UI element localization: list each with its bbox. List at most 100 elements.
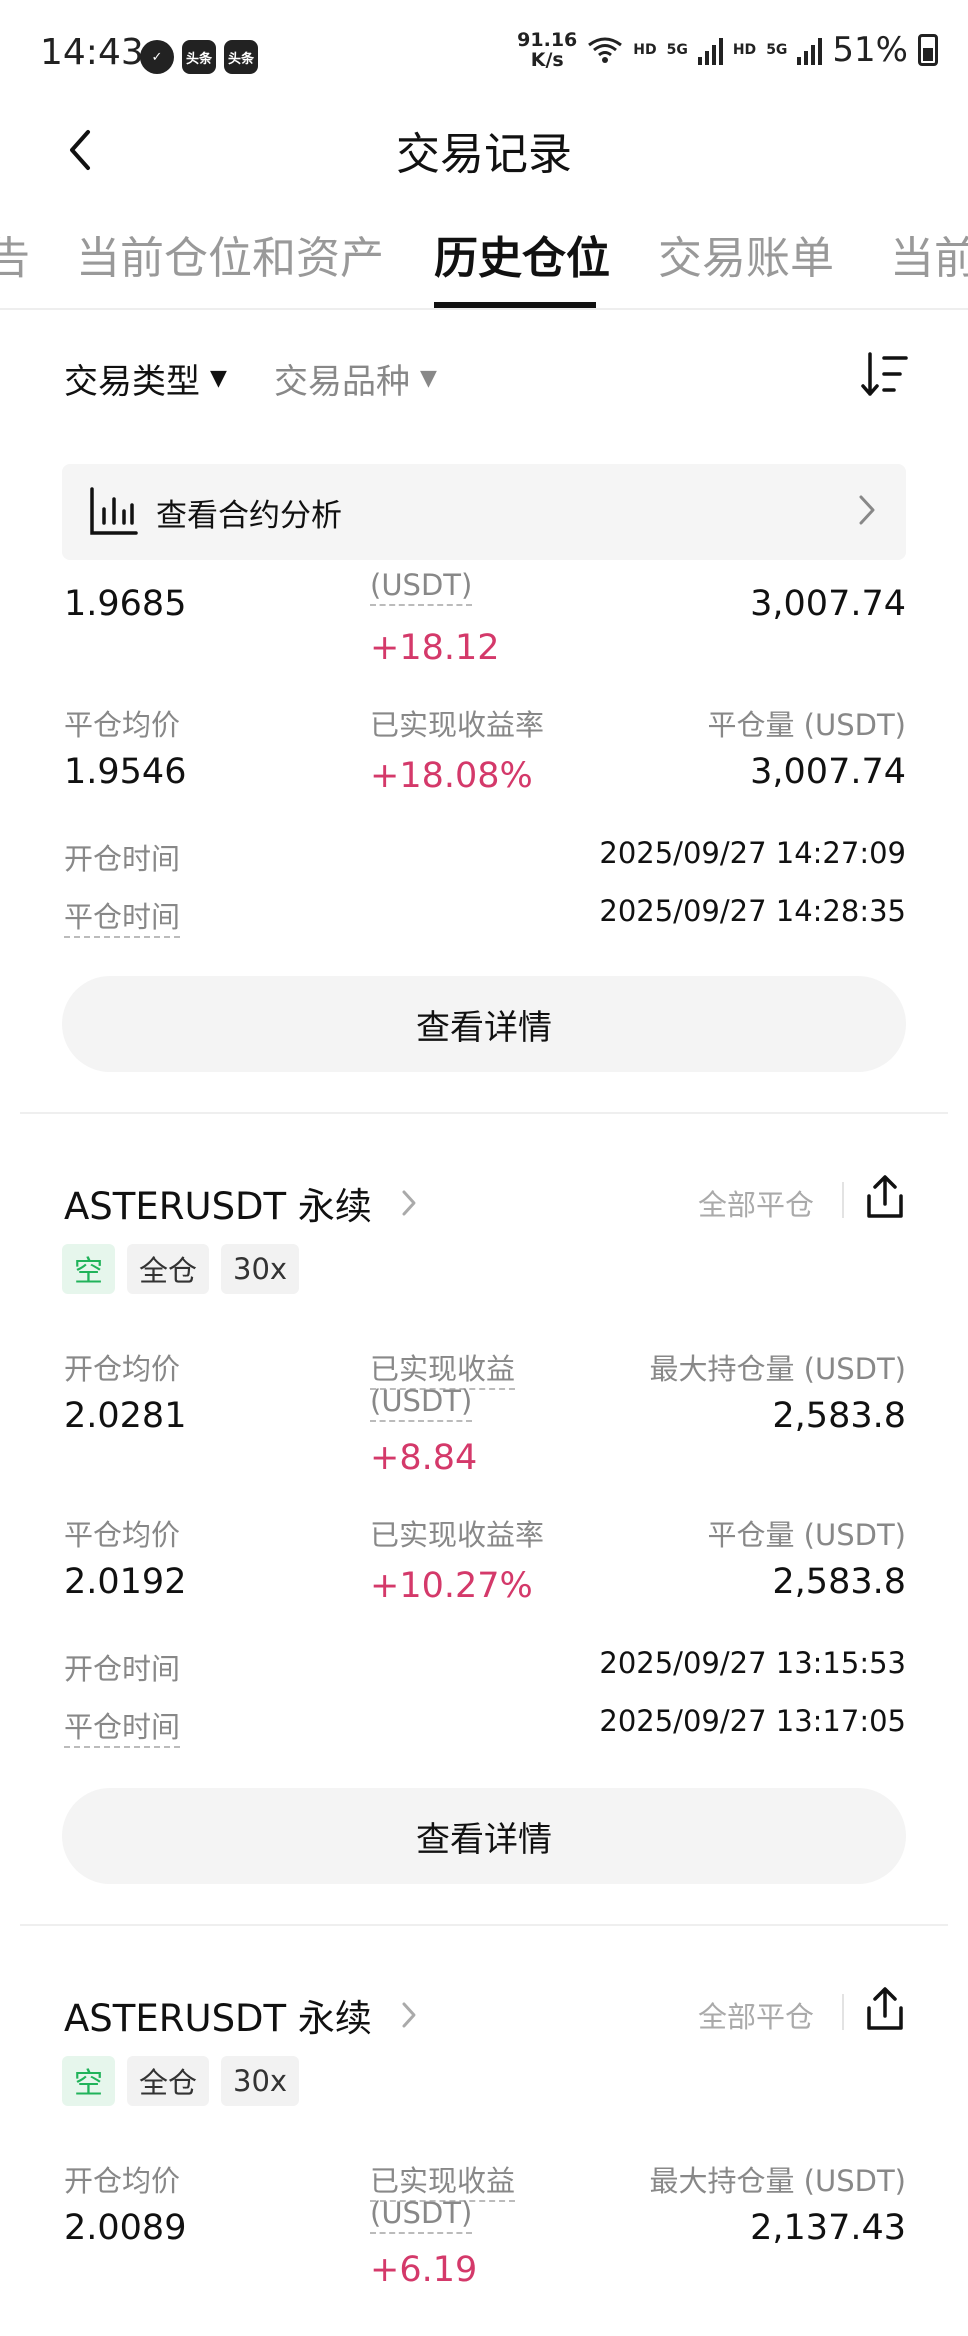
status-bar: 14:43 ✓ 头条 头条 91.16 K/s HD 5G HD 5G 51% [0, 0, 968, 110]
realized-pnl-value: +8.84 [370, 1438, 478, 1478]
battery-icon [918, 34, 938, 66]
margin-mode-tag: 全仓 [127, 1244, 210, 1294]
max-position-label: 最大持仓量 (USDT) [649, 1352, 906, 1386]
realized-pnl-unit-label: (USDT) [370, 1384, 473, 1422]
contract-analysis-label: 查看合约分析 [156, 497, 342, 534]
open-avg-value: 2.0281 [64, 1396, 187, 1436]
close-amount-label: 平仓量 (USDT) [707, 1518, 906, 1552]
margin-mode-tag: 全仓 [127, 2056, 210, 2106]
realized-pnl-unit-label: (USDT) [370, 2196, 473, 2234]
close-avg-value: 2.0192 [64, 1562, 187, 1602]
close-all-button[interactable]: 全部平仓 [698, 1182, 814, 1224]
hd-label: HD [732, 42, 757, 58]
network-type-label: 5G [766, 42, 788, 58]
wifi-icon [588, 37, 623, 63]
open-avg-label: 开仓均价 [64, 1352, 181, 1386]
network-speed-value: 91.16 [517, 29, 578, 51]
hd-label: HD [633, 42, 657, 58]
check-app-icon: ✓ [140, 40, 174, 74]
close-time-value: 2025/09/27 14:28:35 [599, 894, 906, 928]
active-tab-indicator [434, 302, 596, 308]
symbol-name: ASTERUSDT 永续 [64, 1185, 372, 1228]
network-speed-unit: K/s [530, 49, 564, 71]
tab-bar: 告 当前仓位和资产 历史仓位 交易账单 当前 [0, 210, 968, 310]
sort-icon[interactable] [860, 350, 910, 400]
instrument-filter[interactable]: 交易品种 ▼ [274, 354, 437, 403]
trade-type-label: 交易类型 [64, 362, 200, 402]
open-time-label: 开仓时间 [64, 1652, 181, 1686]
open-time-value: 2025/09/27 14:27:09 [599, 836, 906, 870]
symbol-link[interactable]: ASTERUSDT 永续 [64, 1988, 418, 2042]
caret-down-icon: ▼ [420, 366, 437, 391]
pnl-rate-value: +10.27% [370, 1566, 533, 1606]
trade-type-filter[interactable]: 交易类型 ▼ [64, 354, 227, 403]
symbol-name: ASTERUSDT 永续 [64, 1997, 372, 2040]
share-icon[interactable] [864, 1986, 906, 2032]
side-short-tag: 空 [62, 1244, 116, 1294]
tab-history-positions[interactable]: 历史仓位 [434, 222, 610, 286]
nav-bar: 交易记录 [0, 110, 968, 210]
max-position-value: 2,583.8 [772, 1396, 906, 1436]
view-details-button[interactable]: 查看详情 [62, 976, 906, 1072]
battery-percent: 51% [832, 30, 908, 70]
pnl-rate-label: 已实现收益率 [370, 708, 545, 742]
signal-icon [697, 35, 723, 65]
max-position-value: 3,007.74 [750, 584, 906, 624]
realized-pnl-value: +18.12 [370, 628, 500, 668]
tab-trade-bills[interactable]: 交易账单 [658, 222, 834, 286]
card-divider [20, 1112, 948, 1114]
header-divider [842, 1994, 844, 2030]
max-position-value: 2,137.43 [750, 2208, 906, 2248]
realized-pnl-value: +6.19 [370, 2250, 478, 2290]
close-avg-label: 平仓均价 [64, 1518, 181, 1552]
page-title: 交易记录 [396, 129, 572, 180]
card-divider [20, 1924, 948, 1926]
close-time-value: 2025/09/27 13:17:05 [599, 1704, 906, 1738]
tab-partial-left[interactable]: 告 [0, 222, 30, 286]
toutiao-app-icon: 头条 [224, 40, 258, 74]
realized-pnl-unit-label: (USDT) [370, 568, 473, 606]
header-divider [842, 1182, 844, 1218]
notification-icons: ✓ 头条 头条 [140, 40, 258, 74]
open-avg-value: 2.0089 [64, 2208, 187, 2248]
caret-down-icon: ▼ [210, 366, 227, 391]
leverage-tag: 30x [221, 2056, 300, 2106]
close-avg-label: 平仓均价 [64, 708, 181, 742]
toutiao-app-icon: 头条 [182, 40, 216, 74]
open-time-label: 开仓时间 [64, 842, 181, 876]
close-avg-value: 1.9546 [64, 752, 187, 792]
close-amount-value: 2,583.8 [772, 1562, 906, 1602]
tab-positions-assets[interactable]: 当前仓位和资产 [76, 222, 384, 286]
view-details-button[interactable]: 查看详情 [62, 1788, 906, 1884]
close-amount-value: 3,007.74 [750, 752, 906, 792]
instrument-label: 交易品种 [274, 362, 410, 402]
network-type-label: 5G [666, 42, 688, 58]
chevron-right-icon [402, 2002, 416, 2028]
symbol-link[interactable]: ASTERUSDT 永续 [64, 1176, 418, 1230]
status-time: 14:43 [40, 32, 144, 73]
tag-row: 空 全仓 30x [62, 1244, 300, 1294]
pnl-rate-label: 已实现收益率 [370, 1518, 545, 1552]
chevron-right-icon [859, 495, 875, 525]
max-position-label: 最大持仓量 (USDT) [649, 2164, 906, 2198]
share-icon[interactable] [864, 1174, 906, 1220]
close-time-label: 平仓时间 [64, 900, 181, 938]
network-speed: 91.16 K/s [517, 30, 577, 70]
side-short-tag: 空 [62, 2056, 116, 2106]
close-amount-label: 平仓量 (USDT) [707, 708, 906, 742]
bar-chart-icon [90, 487, 138, 535]
pnl-rate-value: +18.08% [370, 756, 533, 796]
chevron-right-icon [402, 1190, 416, 1216]
contract-analysis-banner[interactable]: 查看合约分析 [62, 464, 906, 560]
close-time-label: 平仓时间 [64, 1710, 181, 1748]
tab-partial-right[interactable]: 当前 [890, 222, 968, 286]
open-avg-value: 1.9685 [64, 584, 187, 624]
signal-icon [797, 35, 823, 65]
leverage-tag: 30x [221, 1244, 300, 1294]
close-all-button[interactable]: 全部平仓 [698, 1994, 814, 2036]
open-avg-label: 开仓均价 [64, 2164, 181, 2198]
open-time-value: 2025/09/27 13:15:53 [599, 1646, 906, 1680]
status-right: 91.16 K/s HD 5G HD 5G 51% [517, 30, 938, 70]
tag-row: 空 全仓 30x [62, 2056, 300, 2106]
filter-bar: 交易类型 ▼ 交易品种 ▼ [0, 340, 968, 420]
